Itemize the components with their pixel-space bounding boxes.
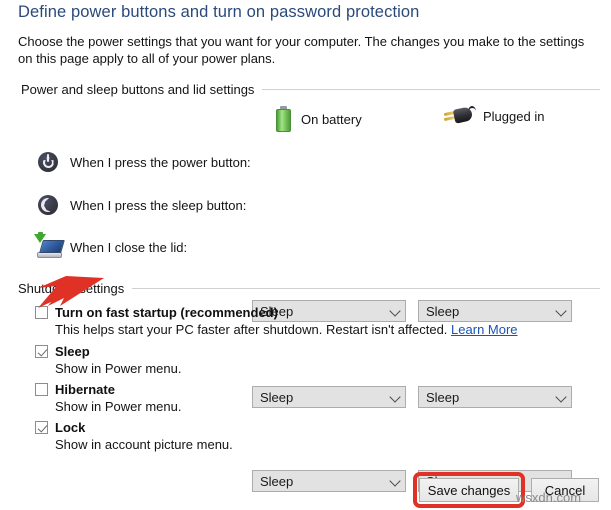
setting-row-close-lid-label: When I close the lid: xyxy=(70,240,188,255)
option-fast-startup-description-text: This helps start your PC faster after sh… xyxy=(55,322,448,337)
save-changes-button[interactable]: Save changes xyxy=(419,478,519,502)
chevron-down-icon xyxy=(553,386,571,408)
group-header-power-label: Power and sleep buttons and lid settings xyxy=(21,82,255,97)
group-header-shutdown-label: Shutdown settings xyxy=(18,281,125,296)
group-header-power-and-sleep: Power and sleep buttons and lid settings xyxy=(21,82,600,97)
column-header-on-battery: On battery xyxy=(276,106,362,132)
sleep-button-icon xyxy=(34,191,64,221)
setting-row-power-button-label: When I press the power button: xyxy=(70,155,251,170)
option-lock-label: Lock xyxy=(55,420,86,435)
option-hibernate-label: Hibernate xyxy=(55,382,115,397)
option-fast-startup-label: Turn on fast startup (recommended) xyxy=(55,305,278,320)
group-header-shutdown-settings: Shutdown settings xyxy=(18,281,600,296)
dropdown-close-lid-on-battery-value: Sleep xyxy=(260,473,294,489)
lock-checkbox[interactable] xyxy=(35,421,48,434)
option-lock: Lock Show in account picture menu. xyxy=(35,420,233,452)
option-fast-startup: Turn on fast startup (recommended) This … xyxy=(35,305,518,337)
setting-row-power-button: When I press the power button: Sleep Sle… xyxy=(0,148,611,322)
group-header-shutdown-rule xyxy=(132,288,600,289)
setting-row-sleep-button: When I press the sleep button: Sleep Sle… xyxy=(0,191,611,408)
option-hibernate-description: Show in Power menu. xyxy=(55,399,182,414)
sleep-checkbox[interactable] xyxy=(35,345,48,358)
power-plug-icon xyxy=(443,105,477,126)
setting-row-close-lid: When I close the lid: Sleep Sleep xyxy=(0,232,611,492)
hibernate-checkbox[interactable] xyxy=(35,383,48,396)
option-sleep-label: Sleep xyxy=(55,344,90,359)
column-header-plugged-in: Plugged in xyxy=(443,105,545,126)
column-header-plugged-in-label: Plugged in xyxy=(483,108,545,124)
chevron-down-icon xyxy=(387,386,405,408)
dropdown-close-lid-on-battery[interactable]: Sleep xyxy=(252,470,406,492)
learn-more-link[interactable]: Learn More xyxy=(451,322,517,337)
watermark: wsxdn.com xyxy=(516,490,582,505)
setting-row-sleep-button-label: When I press the sleep button: xyxy=(70,198,247,213)
laptop-lid-icon xyxy=(34,232,65,263)
power-button-icon xyxy=(34,148,64,178)
option-fast-startup-description: This helps start your PC faster after sh… xyxy=(55,322,518,337)
page-title: Define power buttons and turn on passwor… xyxy=(18,3,420,21)
column-header-on-battery-label: On battery xyxy=(301,111,362,127)
power-options-page: Define power buttons and turn on passwor… xyxy=(0,0,611,510)
fast-startup-checkbox[interactable] xyxy=(35,306,48,319)
battery-icon xyxy=(276,106,291,132)
dropdown-sleep-button-on-battery-value: Sleep xyxy=(260,389,294,405)
option-sleep-description: Show in Power menu. xyxy=(55,361,182,376)
dropdown-sleep-button-plugged-in-value: Sleep xyxy=(426,389,460,405)
dropdown-sleep-button-on-battery[interactable]: Sleep xyxy=(252,386,406,408)
chevron-down-icon xyxy=(387,470,405,492)
option-lock-description: Show in account picture menu. xyxy=(55,437,233,452)
chevron-down-icon xyxy=(553,300,571,322)
option-sleep: Sleep Show in Power menu. xyxy=(35,344,181,376)
group-header-power-rule xyxy=(262,89,600,90)
option-hibernate: Hibernate Show in Power menu. xyxy=(35,382,181,414)
page-description: Choose the power settings that you want … xyxy=(18,34,585,66)
dropdown-sleep-button-plugged-in[interactable]: Sleep xyxy=(418,386,572,408)
